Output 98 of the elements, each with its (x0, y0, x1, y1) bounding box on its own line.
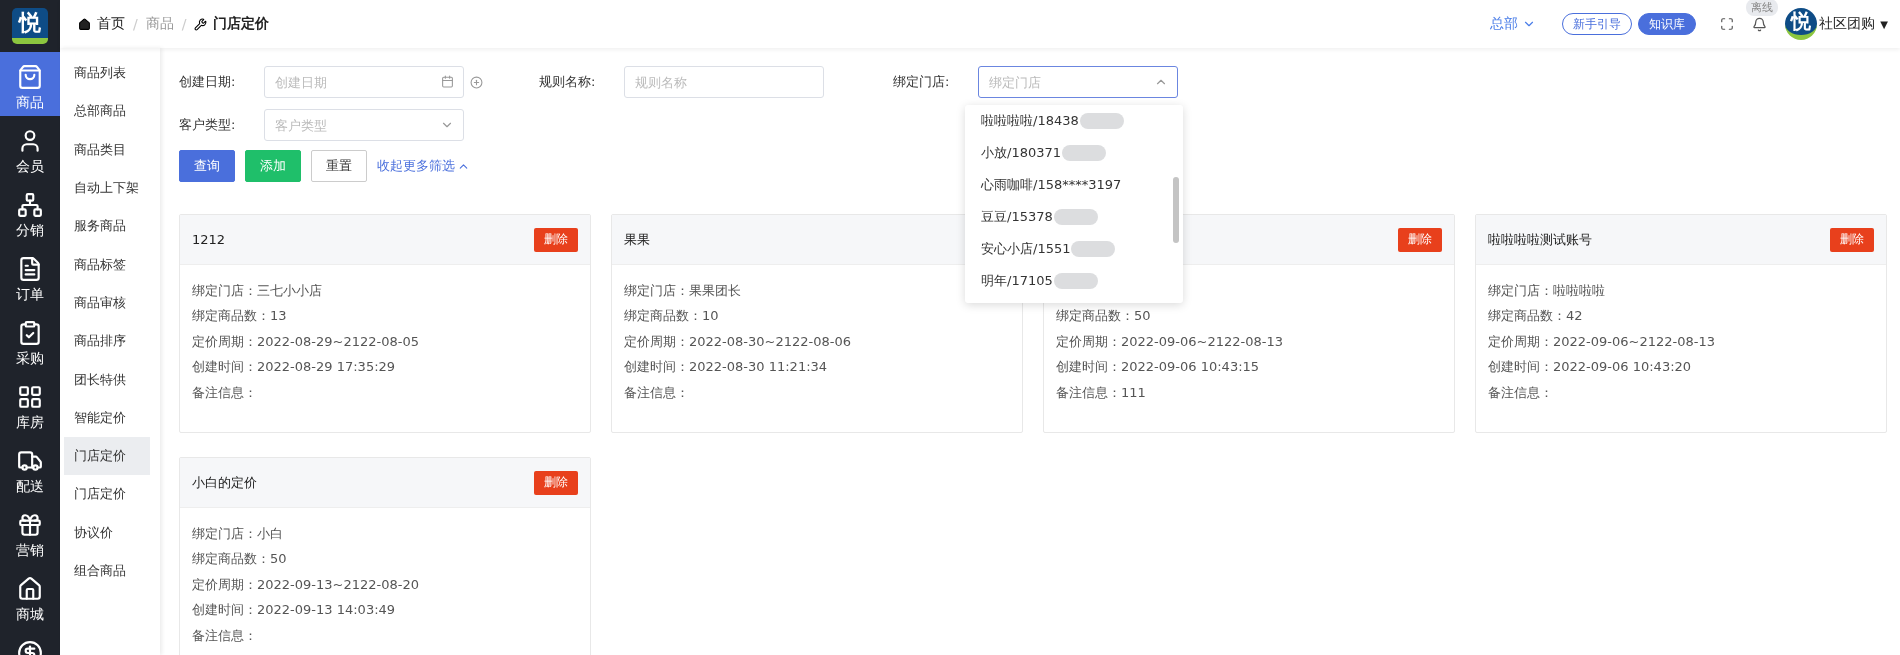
card-field: 绑定商品数：42 (1488, 307, 1583, 326)
scrollbar-thumb[interactable] (1173, 177, 1179, 243)
card-field: 创建时间：2022-09-06 10:43:15 (1056, 358, 1260, 377)
nav-item[interactable]: 配送 (0, 436, 60, 500)
nav-item[interactable]: 商城 (0, 564, 60, 628)
field-label: 客户类型: (179, 116, 237, 134)
customer-type-select[interactable]: 客户类型 (264, 109, 464, 141)
plus-circle-icon[interactable] (470, 75, 483, 89)
submenu-item[interactable]: 服务商品 (64, 207, 150, 246)
fullscreen-icon[interactable] (1720, 17, 1735, 31)
store-option[interactable]: 心雨咖啡/158****3197 (965, 169, 1183, 201)
nav-item[interactable]: 会员 (0, 116, 60, 180)
card-field: 定价周期：2022-09-06~2122-08-13 (1056, 332, 1283, 351)
delete-button[interactable]: 删除 (1398, 227, 1442, 252)
breadcrumb-link[interactable]: 首页 (97, 15, 125, 33)
delete-button[interactable]: 删除 (534, 470, 578, 495)
card-field: 绑定商品数：50 (1056, 307, 1151, 326)
card-field: 备注信息：111 (1056, 383, 1146, 402)
submenu-item[interactable]: 智能定价 (64, 398, 150, 437)
guide-button[interactable]: 新手引导 (1562, 13, 1633, 35)
card-field: 备注信息： (192, 626, 257, 645)
field-label: 绑定门店: (893, 73, 951, 91)
card-field: 绑定门店：小白 (192, 524, 283, 543)
store-option[interactable]: 安心小店/1551 (965, 233, 1183, 265)
bell-icon[interactable] (1752, 16, 1768, 32)
reset-button[interactable]: 重置 (311, 150, 367, 182)
delete-button[interactable]: 删除 (1830, 227, 1874, 252)
submenu-item[interactable]: 团长特供 (64, 360, 150, 399)
store-option[interactable]: 啦啦啦啦/18438 (965, 105, 1183, 137)
wrench-icon (194, 17, 208, 31)
clipboard-icon (17, 320, 43, 346)
card-field: 定价周期：2022-09-06~2122-08-13 (1488, 332, 1715, 351)
submenu-item[interactable]: 组合商品 (64, 551, 150, 591)
field-label: 创建日期: (179, 73, 237, 91)
card-field: 绑定商品数：13 (192, 307, 287, 326)
gift-icon (17, 512, 43, 538)
card-field: 绑定商品数：50 (192, 550, 287, 569)
logo: 悦 (12, 8, 48, 44)
card-field: 创建时间：2022-09-13 14:03:49 (192, 601, 396, 620)
store-option[interactable]: 小放/180371 (965, 137, 1183, 169)
card-title: 小白的定价 (192, 473, 257, 492)
hierarchy-icon (17, 192, 43, 218)
avatar: 悦 (1785, 8, 1818, 40)
nav-item[interactable]: 营销 (0, 500, 60, 564)
card-field: 备注信息： (1488, 383, 1553, 402)
submenu-item[interactable]: 商品标签 (64, 245, 150, 284)
nav-item[interactable]: 商品 (0, 52, 60, 116)
document-icon (17, 256, 43, 282)
store-option[interactable]: 豆豆/15378 (965, 201, 1183, 233)
submenu-item[interactable]: 协议价 (64, 513, 150, 552)
org-dropdown[interactable]: 总部 (1484, 14, 1543, 34)
field-label: 规则名称: (539, 73, 597, 91)
breadcrumb-separator: / (133, 16, 138, 32)
card-field: 备注信息： (624, 383, 689, 402)
home-icon (17, 576, 43, 602)
query-button[interactable]: 查询 (179, 150, 235, 182)
submenu-item[interactable]: 总部商品 (64, 92, 150, 131)
store-option[interactable]: 明年/17105 (965, 265, 1183, 297)
card-field: 定价周期：2022-08-30~2122-08-06 (624, 332, 851, 351)
user-menu[interactable]: 悦 社区团购 ▼ (1785, 8, 1888, 40)
submenu-item[interactable]: 门店定价 (64, 475, 150, 514)
date-field[interactable]: 创建日期 (264, 66, 464, 98)
card-field: 创建时间：2022-09-06 10:43:20 (1488, 358, 1692, 377)
status-badge: 离线 (1746, 0, 1779, 16)
calendar-icon (441, 75, 454, 88)
card-field: 定价周期：2022-09-13~2122-08-20 (192, 575, 419, 594)
submenu-item[interactable]: 商品列表 (64, 54, 150, 93)
card-title: 果果 (624, 230, 650, 249)
nav-item[interactable]: 订单 (0, 244, 60, 308)
store-select[interactable]: 绑定门店 (978, 66, 1178, 98)
delete-button[interactable]: 删除 (534, 227, 578, 252)
card-field: 创建时间：2022-08-29 17:35:29 (192, 358, 396, 377)
submenu-item[interactable]: 自动上下架 (64, 168, 150, 208)
collapse-filters-link[interactable]: 收起更多筛选 (377, 157, 470, 175)
bag-icon (17, 64, 43, 90)
card-field: 绑定门店：果果团长 (624, 281, 741, 300)
grid-icon (17, 384, 43, 410)
submenu-item[interactable]: 门店定价 (64, 436, 150, 476)
card-title: 1212 (192, 232, 226, 247)
breadcrumb-link[interactable]: 门店定价 (213, 15, 270, 33)
submenu-item[interactable]: 商品类目 (64, 130, 150, 169)
submenu-item[interactable]: 商品排序 (64, 322, 150, 361)
card-field: 创建时间：2022-08-30 11:21:34 (624, 358, 828, 377)
submenu-item[interactable]: 商品审核 (64, 283, 150, 323)
rule-name-field[interactable]: 规则名称 (624, 66, 824, 98)
card-field: 备注信息： (192, 383, 257, 402)
card-field: 绑定门店：啦啦啦啦 (1488, 281, 1605, 300)
card-field: 定价周期：2022-08-29~2122-08-05 (192, 332, 419, 351)
card-field: 绑定门店：三七小小店 (192, 281, 322, 300)
nav-item[interactable]: 分销 (0, 180, 60, 244)
card-field: 绑定商品数：10 (624, 307, 719, 326)
breadcrumb-separator: / (181, 16, 187, 32)
card-title: 啦啦啦啦测试账号 (1488, 230, 1592, 249)
home-icon (78, 17, 91, 31)
nav-item[interactable]: 采购 (0, 308, 60, 372)
truck-icon (17, 448, 43, 474)
nav-item[interactable]: 库房 (0, 372, 60, 436)
knowledge-base-button[interactable]: 知识库 (1638, 13, 1697, 35)
